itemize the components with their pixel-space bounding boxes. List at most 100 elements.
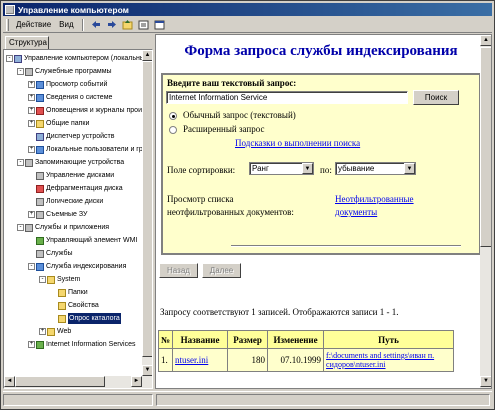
content-vertical-scrollbar[interactable]: ▲ ▼ xyxy=(480,35,491,388)
cell-path-link[interactable]: f:\documents and settings\иван п. сидоро… xyxy=(323,348,454,372)
view-icon[interactable] xyxy=(153,18,167,31)
collapse-icon[interactable]: - xyxy=(28,263,35,270)
tree-item[interactable]: - Служебные программы xyxy=(17,66,112,77)
tree-item-label: Internet Information Services xyxy=(46,341,136,348)
tree-item[interactable]: Дефрагментация диска xyxy=(28,183,123,194)
page-title: Форма запроса службы индексирования xyxy=(184,43,458,59)
tab-structure[interactable]: Структура xyxy=(5,36,49,49)
tree-item[interactable]: Опрос каталога xyxy=(50,313,121,324)
tree-item-label: Логические диски xyxy=(46,198,104,205)
tree-vertical-scrollbar[interactable]: ▲ ▼ xyxy=(142,50,152,376)
title-bar[interactable]: Управление компьютером xyxy=(3,3,492,16)
scroll-left-icon[interactable]: ◄ xyxy=(4,376,15,387)
simple-query-radio[interactable] xyxy=(169,112,177,120)
device-manager-icon xyxy=(36,132,44,141)
tree-item[interactable]: + Общие папки xyxy=(28,118,89,129)
tree-item-label: Локальные пользователи и гру xyxy=(46,146,147,153)
properties-icon[interactable] xyxy=(137,18,151,31)
tree-item-label: Управляющий элемент WMI xyxy=(46,237,138,244)
sort-field-select[interactable]: Ранг ▼ xyxy=(249,162,314,175)
tree-item[interactable]: - Службы и приложения xyxy=(17,222,109,233)
collapse-icon[interactable]: - xyxy=(17,224,24,231)
scroll-thumb[interactable] xyxy=(142,61,152,357)
iis-icon xyxy=(36,340,44,349)
tree-item[interactable]: Свойства xyxy=(50,300,99,311)
tree-item-label: Просмотр событий xyxy=(46,81,108,88)
collapse-icon[interactable]: - xyxy=(39,276,46,283)
tree-item[interactable]: Службы xyxy=(28,248,73,259)
back-icon[interactable] xyxy=(89,18,103,31)
collapse-icon[interactable]: - xyxy=(17,159,24,166)
scroll-down-icon[interactable]: ▼ xyxy=(480,376,491,387)
tree-item-label: Службы и приложения xyxy=(35,224,110,231)
unfiltered-docs-link-line2[interactable]: документы xyxy=(335,207,377,217)
tree-item[interactable]: - Служба индексирования xyxy=(28,261,126,272)
computer-management-icon xyxy=(5,4,15,15)
up-icon[interactable] xyxy=(121,18,135,31)
cell-name-link[interactable]: ntuser.ini xyxy=(172,348,229,372)
header-path: Путь xyxy=(323,330,454,349)
sort-order-select[interactable]: убывание ▼ xyxy=(335,162,416,175)
tree-item[interactable]: Управляющий элемент WMI xyxy=(28,235,137,246)
scroll-up-icon[interactable]: ▲ xyxy=(142,50,152,61)
collapse-icon[interactable]: - xyxy=(6,55,13,62)
tree-item[interactable]: + Съемные ЗУ xyxy=(28,209,87,220)
tree-item-label: Дефрагментация диска xyxy=(46,185,123,192)
tree-item[interactable]: + Локальные пользователи и гру xyxy=(28,144,146,155)
scroll-up-icon[interactable]: ▲ xyxy=(480,35,491,46)
content-scroll-thumb[interactable] xyxy=(480,47,491,247)
query-form: Введите ваш текстовый запрос: Поиск Обыч… xyxy=(161,73,481,255)
scroll-right-icon[interactable]: ► xyxy=(131,376,142,387)
header-size: Размер xyxy=(227,330,269,349)
tree-item[interactable]: + Сведения о системе xyxy=(28,92,112,103)
sort-order-value: убывание xyxy=(338,164,375,173)
catalog-icon xyxy=(47,275,55,284)
scroll-thumb-horizontal[interactable] xyxy=(15,376,105,387)
results-header-row: № Название Размер Изменение Путь xyxy=(157,330,454,349)
tree-item[interactable]: Управление дисками xyxy=(28,170,114,181)
computer-icon xyxy=(14,54,22,63)
menu-view[interactable]: Вид xyxy=(55,20,77,29)
tree-item[interactable]: + Web xyxy=(39,326,71,337)
tree-item[interactable]: + Оповещения и журналы произ xyxy=(28,105,145,116)
query-prompt-label: Введите ваш текстовый запрос: xyxy=(167,78,297,88)
expand-icon[interactable]: + xyxy=(39,328,46,335)
tree-item[interactable]: Диспетчер устройств xyxy=(28,131,114,142)
query-input[interactable] xyxy=(166,91,408,104)
expand-icon[interactable]: + xyxy=(28,81,35,88)
back-button[interactable]: Назад xyxy=(159,263,198,278)
tree-item[interactable]: + Internet Information Services xyxy=(28,339,136,350)
toolbar-grip[interactable] xyxy=(6,18,9,31)
expand-icon[interactable]: + xyxy=(28,341,35,348)
toolbar-separator xyxy=(81,18,84,31)
tree-item[interactable]: - Управление компьютером (локальным xyxy=(6,53,150,64)
expand-icon[interactable]: + xyxy=(28,211,35,218)
expand-icon[interactable]: + xyxy=(28,146,35,153)
wmi-icon xyxy=(36,236,44,245)
window-title: Управление компьютером xyxy=(18,4,129,15)
expand-icon[interactable]: + xyxy=(28,107,35,114)
expand-icon[interactable]: + xyxy=(28,94,35,101)
folder-icon xyxy=(58,288,66,297)
folder-icon xyxy=(58,314,66,323)
search-button[interactable]: Поиск xyxy=(413,90,459,105)
collapse-icon[interactable]: - xyxy=(17,68,24,75)
header-name: Название xyxy=(172,330,229,349)
unfiltered-docs-link-line1[interactable]: Неотфильтрованные xyxy=(335,194,414,204)
menu-action[interactable]: Действие xyxy=(12,20,55,29)
scroll-down-icon[interactable]: ▼ xyxy=(142,365,152,376)
tree-item[interactable]: - System xyxy=(39,274,80,285)
tree-item[interactable]: - Запоминающие устройства xyxy=(17,157,124,168)
tree-item-label: Службы xyxy=(46,250,73,257)
tree-item-label: Опрос каталога xyxy=(68,313,121,324)
tree-item[interactable]: Папки xyxy=(50,287,88,298)
advanced-query-radio[interactable] xyxy=(169,126,177,134)
expand-icon[interactable]: + xyxy=(28,120,35,127)
next-button[interactable]: Далее xyxy=(202,263,241,278)
tree-horizontal-scrollbar[interactable]: ◄ ► xyxy=(4,376,152,388)
tree-item[interactable]: + Просмотр событий xyxy=(28,79,107,90)
tree-item[interactable]: Логические диски xyxy=(28,196,103,207)
indexing-service-icon xyxy=(36,262,44,271)
forward-icon[interactable] xyxy=(105,18,119,31)
search-hints-link[interactable]: Подсказки о выполнении поиска xyxy=(235,138,360,148)
